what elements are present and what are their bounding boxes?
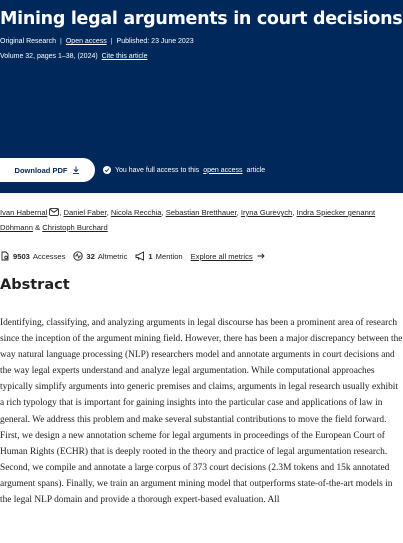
open-access-inline-link[interactable]: open access: [203, 167, 242, 174]
mentions-label: Mention: [155, 251, 183, 261]
volume-line: Volume 32, pages 1–38, (2024) Cite this …: [0, 52, 147, 62]
altmetric-count: 32: [86, 251, 95, 261]
open-access-link[interactable]: Open access: [66, 38, 107, 45]
accesses-label: Accesses: [32, 251, 66, 261]
author-list: Ivan Habernal, Daniel Faber, Nicola Recc…: [0, 208, 376, 232]
download-icon: [73, 166, 80, 174]
megaphone-icon: [135, 251, 145, 261]
author-link[interactable]: Daniel Faber: [64, 208, 107, 217]
accesses-count: 9503: [13, 251, 30, 261]
access-suffix: article: [246, 166, 266, 174]
article-header: Mining legal arguments in court decision…: [0, 0, 403, 193]
author-link[interactable]: Christoph Burchard: [42, 223, 107, 232]
article-title: Mining legal arguments in court decision…: [0, 9, 403, 29]
explore-metrics-label: Explore all metrics: [190, 251, 253, 261]
volume-info: Volume 32, pages 1–38, (2024): [0, 53, 98, 60]
meta-separator: |: [60, 38, 62, 45]
explore-metrics-link[interactable]: Explore all metrics: [191, 252, 265, 261]
article-type: Original Research: [0, 38, 57, 45]
article-meta: Original Research | Open access | Published:…: [0, 37, 194, 47]
cite-article-link[interactable]: Cite this article: [102, 53, 148, 60]
accesses-metric: 9503 Accesses: [0, 251, 65, 261]
meta-separator: |: [110, 38, 113, 45]
author-link[interactable]: Sebastian Bretthauer: [166, 208, 237, 217]
check-icon: [103, 166, 111, 174]
altmetric-icon: [73, 251, 84, 261]
abstract-text: Identifying, classifying, and analyzing …: [0, 318, 403, 506]
download-pdf-button[interactable]: Download PDF: [0, 158, 95, 182]
mentions-metric: 1 Mention: [135, 251, 183, 261]
author-link[interactable]: Nicola Recchia: [111, 208, 162, 217]
altmetric-metric: 32 Altmetric: [73, 251, 127, 261]
author-link[interactable]: Iryna Gurevych: [241, 208, 293, 217]
mentions-count: 1: [148, 251, 153, 261]
arrow-right-icon: [257, 253, 265, 259]
download-pdf-label: Download PDF: [14, 165, 68, 175]
metrics-bar: 9503 Accesses 32 Altmetric 1 Mention Exp…: [0, 249, 265, 263]
access-note: You have full access to this open access…: [103, 164, 265, 176]
author-link[interactable]: Ivan Habernal: [0, 208, 47, 217]
access-prefix: You have full access to this: [115, 166, 200, 174]
author-ampersand: &: [35, 223, 41, 232]
published-date: Published: 23 June 2023: [116, 38, 194, 45]
email-icon[interactable]: [49, 208, 60, 216]
altmetric-label: Altmetric: [97, 251, 128, 261]
document-icon: [1, 251, 9, 261]
abstract-heading: Abstract: [0, 277, 70, 293]
